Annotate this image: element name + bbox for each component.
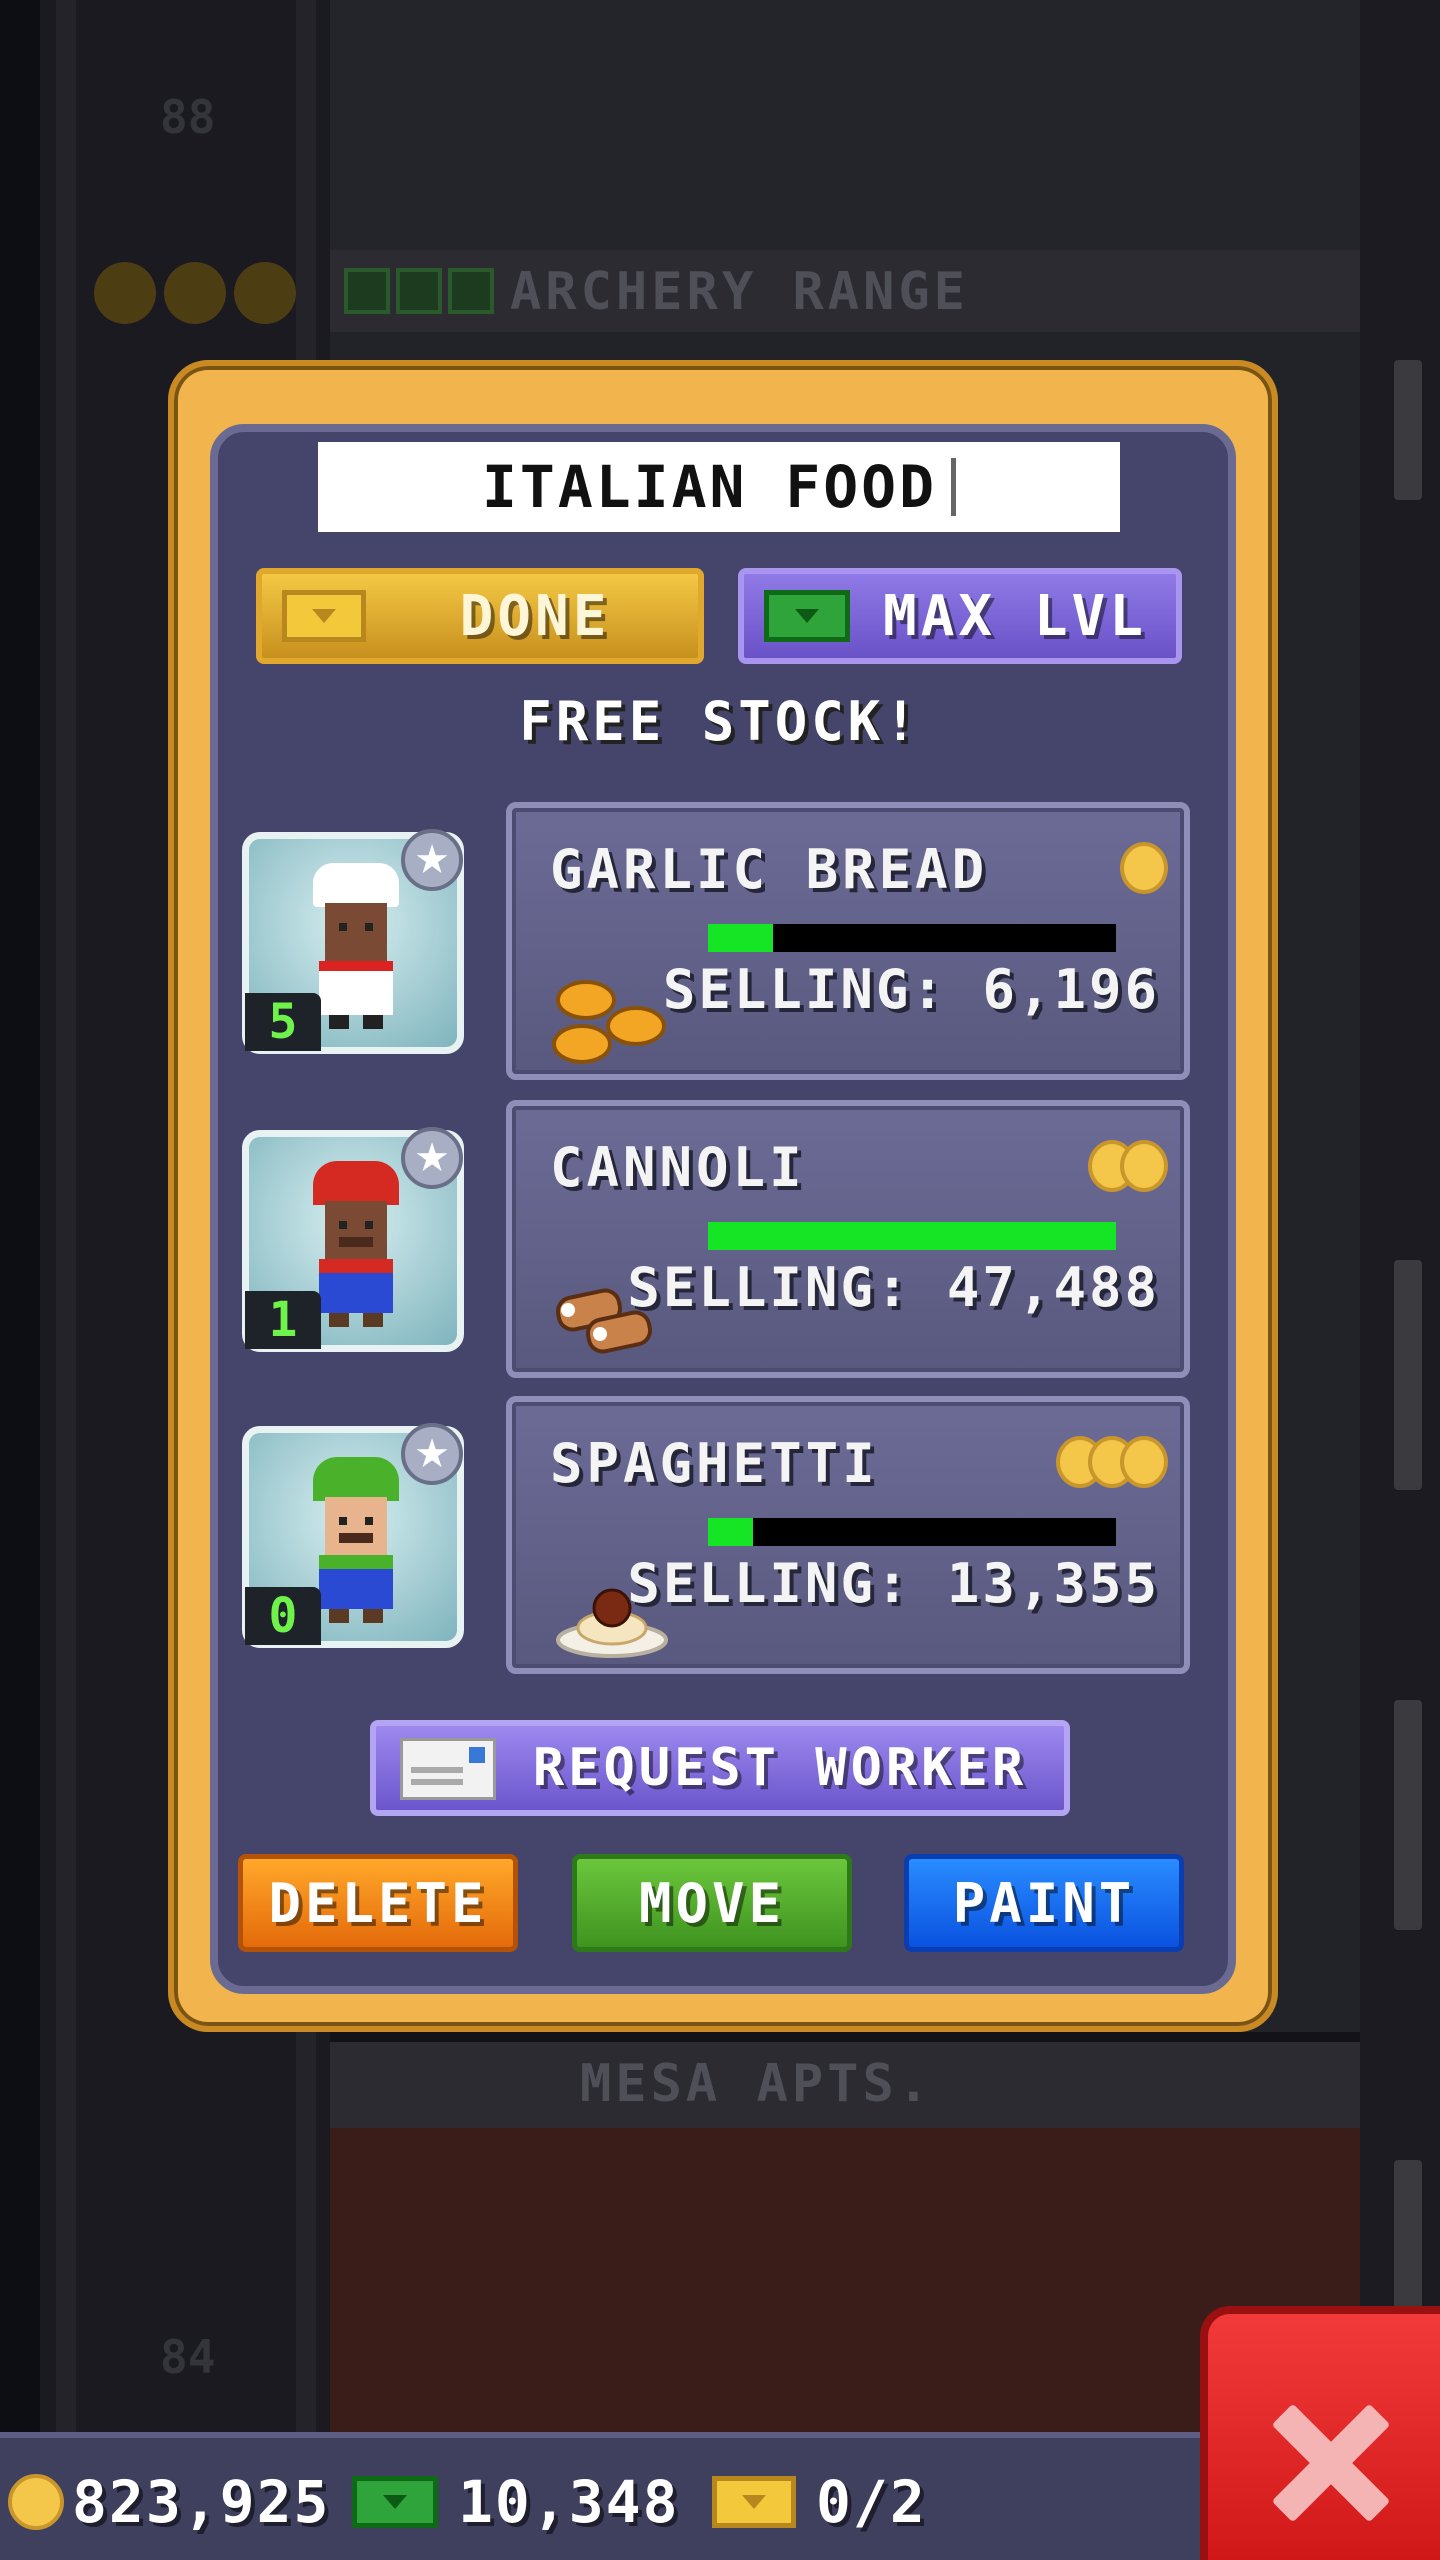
stock-progress-bar: [708, 1518, 1116, 1546]
ticket-icon: [712, 2476, 796, 2528]
free-stock-label: FREE STOCK!: [519, 690, 921, 753]
stock-progress-fill: [708, 1222, 1116, 1250]
stock-progress-fill: [708, 1518, 753, 1546]
request-worker-button[interactable]: REQUEST WORKER: [370, 1720, 1070, 1816]
bg-star-icon: [164, 262, 226, 324]
request-worker-label: REQUEST WORKER: [532, 1738, 1028, 1798]
tower-shaft-rail-left: [56, 0, 76, 2560]
bg-scroll-track: [1394, 1260, 1422, 1490]
product-panel-garlic-bread[interactable]: GARLIC BREAD SELLING: 6,196: [506, 802, 1190, 1080]
coin-icon: [8, 2474, 64, 2530]
tower-bux-icon: [764, 590, 850, 642]
product-panel-spaghetti[interactable]: SPAGHETTI SELLING: 13,355: [506, 1396, 1190, 1674]
max-level-button[interactable]: MAX LVL: [738, 568, 1182, 664]
product-name: GARLIC BREAD: [550, 838, 989, 901]
coin-tier-icon: [1120, 842, 1168, 894]
bg-scroll-track: [1394, 360, 1422, 500]
done-button-label: DONE: [459, 583, 611, 649]
tower-bux-balance: 10,348: [352, 2468, 680, 2536]
red-plumber-worker-icon: [311, 1161, 401, 1331]
bg-floor-number: 88: [160, 90, 216, 144]
max-level-button-label: MAX LVL: [882, 583, 1147, 649]
star-rank-icon: ★: [401, 829, 463, 891]
worker-card-spaghetti[interactable]: ★ 0: [242, 1423, 464, 1648]
bg-floor-name-mesa: MESA APTS.: [580, 2054, 934, 2114]
product-panel-cannoli[interactable]: CANNOLI SELLING: 47,488: [506, 1100, 1190, 1378]
worker-card-garlic-bread[interactable]: ★ 5: [242, 829, 464, 1054]
selling-count: SELLING: 47,488: [627, 1256, 1160, 1319]
garlic-bread-icon: [552, 980, 666, 1064]
worker-card-cannoli[interactable]: ★ 1: [242, 1127, 464, 1352]
floor-name-input[interactable]: ITALIAN FOOD: [318, 442, 1120, 532]
delete-button[interactable]: DELETE: [238, 1854, 518, 1952]
selling-count: SELLING: 6,196: [662, 958, 1160, 1021]
worker-level: 1: [245, 1291, 321, 1349]
text-caret: [951, 458, 957, 516]
bg-star-icon: [94, 262, 156, 324]
bg-scroll-track: [1394, 1700, 1422, 1930]
bg-star-icon: [234, 262, 296, 324]
ticket-balance: 0/2: [712, 2468, 927, 2536]
star-rank-icon: ★: [401, 1127, 463, 1189]
stock-progress-bar: [708, 924, 1116, 952]
chef-worker-icon: [311, 863, 401, 1033]
close-button[interactable]: [1200, 2306, 1440, 2560]
ticket-balance-value: 0/2: [816, 2468, 927, 2536]
bg-check-icon: [396, 268, 442, 314]
stock-progress-bar: [708, 1222, 1116, 1250]
floor-name-value: ITALIAN FOOD: [481, 453, 938, 521]
product-name: CANNOLI: [550, 1136, 806, 1199]
bg-floor-top: [330, 0, 1360, 250]
bg-floor-name-archery: ARCHERY RANGE: [510, 262, 969, 322]
move-button[interactable]: MOVE: [572, 1854, 852, 1952]
bg-check-icon: [448, 268, 494, 314]
tower-left-wall: [0, 0, 40, 2560]
worker-level: 5: [245, 993, 321, 1051]
close-icon: [1266, 2398, 1396, 2528]
ticket-icon: [282, 590, 366, 642]
stock-progress-fill: [708, 924, 774, 952]
coin-balance: 823,925: [8, 2468, 330, 2536]
star-rank-icon: ★: [401, 1423, 463, 1485]
coin-tier-icon: [1088, 1140, 1168, 1192]
mail-icon: [400, 1738, 496, 1800]
product-name: SPAGHETTI: [550, 1432, 879, 1495]
worker-level: 0: [245, 1587, 321, 1645]
bg-floor-number: 84: [160, 2330, 216, 2384]
coin-tier-icon: [1056, 1436, 1168, 1488]
currency-status-bar: 823,925 10,348 0/2: [0, 2432, 1200, 2560]
tower-bux-icon: [352, 2476, 438, 2528]
tower-bux-balance-value: 10,348: [458, 2468, 680, 2536]
green-plumber-worker-icon: [311, 1457, 401, 1627]
coin-balance-value: 823,925: [72, 2468, 331, 2536]
done-button[interactable]: DONE: [256, 568, 704, 664]
bg-check-icon: [344, 268, 390, 314]
selling-count: SELLING: 13,355: [627, 1552, 1160, 1615]
paint-button[interactable]: PAINT: [904, 1854, 1184, 1952]
